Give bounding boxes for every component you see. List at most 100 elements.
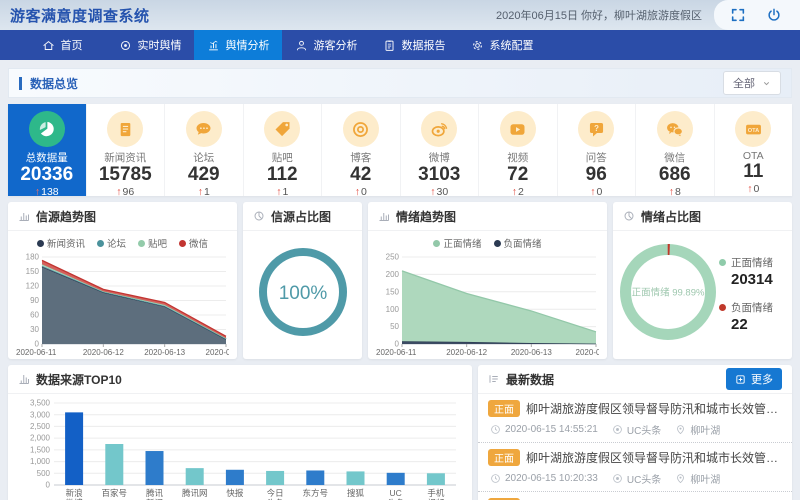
nav-tab[interactable]: 数据报告 [370, 30, 458, 60]
stat-value: 429 [165, 165, 243, 186]
ota-icon: OTA [743, 119, 764, 140]
nav-tab[interactable]: 实时舆情 [106, 30, 194, 60]
stat-label: 微博 [401, 150, 479, 165]
bar-chart-icon [18, 373, 30, 385]
arrow-up-icon: ↑ [747, 183, 752, 195]
arrow-up-icon: ↑ [116, 186, 121, 198]
news-item[interactable]: 正面【柳叶湖】常德柳叶湖集城、湖、山、洲为一体，是天然造化的生态组合盆景...2… [478, 492, 792, 500]
legend-dot [719, 304, 726, 311]
stat-delta-value: 2 [518, 186, 524, 198]
stat-label: 贴吧 [244, 150, 322, 165]
stat-card[interactable]: 新闻资讯15785↑96 [87, 104, 166, 196]
nav-tab[interactable]: 舆情分析 [194, 30, 282, 60]
svg-text:2020-06-12: 2020-06-12 [446, 348, 487, 357]
nav-tab-label: 舆情分析 [226, 37, 270, 53]
stat-delta: ↑2 [479, 186, 557, 198]
news-title-row: 正面柳叶湖旅游度假区领导督导防汛和城市长效管理工作 [488, 449, 782, 466]
section-overview-bar: 数据总览 全部 [8, 68, 792, 98]
stat-value: 20336 [8, 165, 86, 186]
legend-dot [179, 240, 186, 247]
stat-card[interactable]: 微博3103↑30 [401, 104, 480, 196]
stat-card[interactable]: 微信686↑8 [636, 104, 715, 196]
filter-value: 全部 [733, 75, 755, 91]
svg-text:2020-06-12: 2020-06-12 [83, 348, 124, 357]
svg-text:1,000: 1,000 [30, 457, 51, 466]
nav-tab-label: 数据报告 [402, 37, 446, 53]
legend-label: 正面情绪 [731, 255, 773, 270]
topbar-actions [714, 0, 800, 30]
arrow-up-icon: ↑ [355, 186, 360, 198]
news-item[interactable]: 正面柳叶湖旅游度假区领导督导防汛和城市长效管理工作 2020-06-15 10:2… [478, 443, 792, 492]
stat-value: 3103 [401, 165, 479, 186]
trend-chart-icon [18, 210, 30, 222]
source-icon [612, 424, 623, 435]
svg-text:?: ? [594, 124, 599, 133]
arrow-up-icon: ↑ [276, 186, 281, 198]
svg-text:60: 60 [30, 311, 39, 320]
stat-icon-wrap: OTA [735, 111, 771, 147]
chart-legend: 新闻资讯论坛贴吧微信 [8, 236, 237, 250]
clock-icon [490, 473, 501, 484]
stat-delta: ↑1 [244, 186, 322, 198]
news-meta-row: 2020-06-15 14:55:21UC头条柳叶湖 [490, 422, 782, 437]
svg-text:腾讯网: 腾讯网 [182, 488, 208, 498]
arrow-up-icon: ↑ [35, 186, 40, 198]
arrow-up-icon: ↑ [669, 186, 674, 198]
stat-value: 686 [636, 165, 714, 186]
svg-text:150: 150 [26, 267, 40, 276]
panel-header: 信源占比图 [243, 202, 362, 231]
news-title[interactable]: 柳叶湖旅游度假区领导督导防汛和城市长效管理工作 [526, 400, 782, 417]
source-share-donut: 100% [243, 247, 362, 337]
section-title: 数据总览 [30, 75, 78, 92]
panel-header: 数据来源TOP10 [8, 365, 472, 394]
stat-icon-wrap: ? [578, 111, 614, 147]
legend-item: 贴吧 [138, 236, 167, 250]
stat-label: 总数据量 [8, 150, 86, 165]
nav-tab-label: 实时舆情 [138, 37, 182, 53]
source-icon [612, 473, 623, 484]
tag-icon [272, 119, 293, 140]
bottom-row: 数据来源TOP10 05001,0001,5002,0002,5003,0003… [8, 365, 792, 500]
stat-card[interactable]: 视频72↑2 [479, 104, 558, 196]
stat-card[interactable]: OTAOTA11↑0 [715, 104, 793, 196]
svg-text:快报: 快报 [226, 488, 244, 498]
nav-tab[interactable]: 首页 [18, 30, 106, 60]
stat-label: 问答 [558, 150, 636, 165]
svg-text:UC: UC [390, 488, 402, 498]
qa-icon: ? [586, 119, 607, 140]
legend-dot [719, 259, 726, 266]
meta-group: 2020-06-15 10:20:33 [490, 473, 598, 484]
news-item[interactable]: 正面柳叶湖旅游度假区领导督导防汛和城市长效管理工作2020-06-15 14:5… [478, 394, 792, 443]
legend-dot [97, 240, 104, 247]
svg-text:OTA: OTA [747, 127, 759, 133]
power-icon[interactable] [766, 7, 782, 23]
svg-text:2020-06-11: 2020-06-11 [16, 348, 57, 357]
chevron-down-icon [762, 79, 771, 88]
visitor-icon [295, 39, 308, 52]
arrow-up-icon: ↑ [430, 186, 435, 198]
stat-value: 42 [322, 165, 400, 186]
legend-dot [433, 240, 440, 247]
legend-item: 论坛 [97, 236, 126, 250]
stat-card[interactable]: 总数据量20336↑138 [8, 104, 87, 196]
stat-delta-value: 30 [437, 186, 449, 198]
more-button[interactable]: 更多 [726, 368, 782, 390]
stat-card[interactable]: 博客42↑0 [322, 104, 401, 196]
svg-text:东方号: 东方号 [303, 488, 329, 498]
svg-text:90: 90 [30, 296, 39, 305]
stat-delta: ↑138 [8, 186, 86, 198]
meta-group: 柳叶湖 [675, 471, 720, 486]
stat-card[interactable]: 论坛429↑1 [165, 104, 244, 196]
stat-card[interactable]: 贴吧112↑1 [244, 104, 323, 196]
nav-tab[interactable]: 游客分析 [282, 30, 370, 60]
svg-text:百家号: 百家号 [102, 488, 128, 498]
legend-label: 微信 [189, 236, 208, 250]
news-title[interactable]: 柳叶湖旅游度假区领导督导防汛和城市长效管理工作 [526, 449, 782, 466]
stat-card[interactable]: ?问答96↑0 [558, 104, 637, 196]
fullscreen-icon[interactable] [730, 7, 746, 23]
filter-dropdown[interactable]: 全部 [723, 71, 781, 95]
legend-value: 22 [731, 316, 773, 333]
stat-label: 微信 [636, 150, 714, 165]
nav-tab[interactable]: 系统配置 [458, 30, 546, 60]
legend-label: 负面情绪 [731, 300, 773, 315]
